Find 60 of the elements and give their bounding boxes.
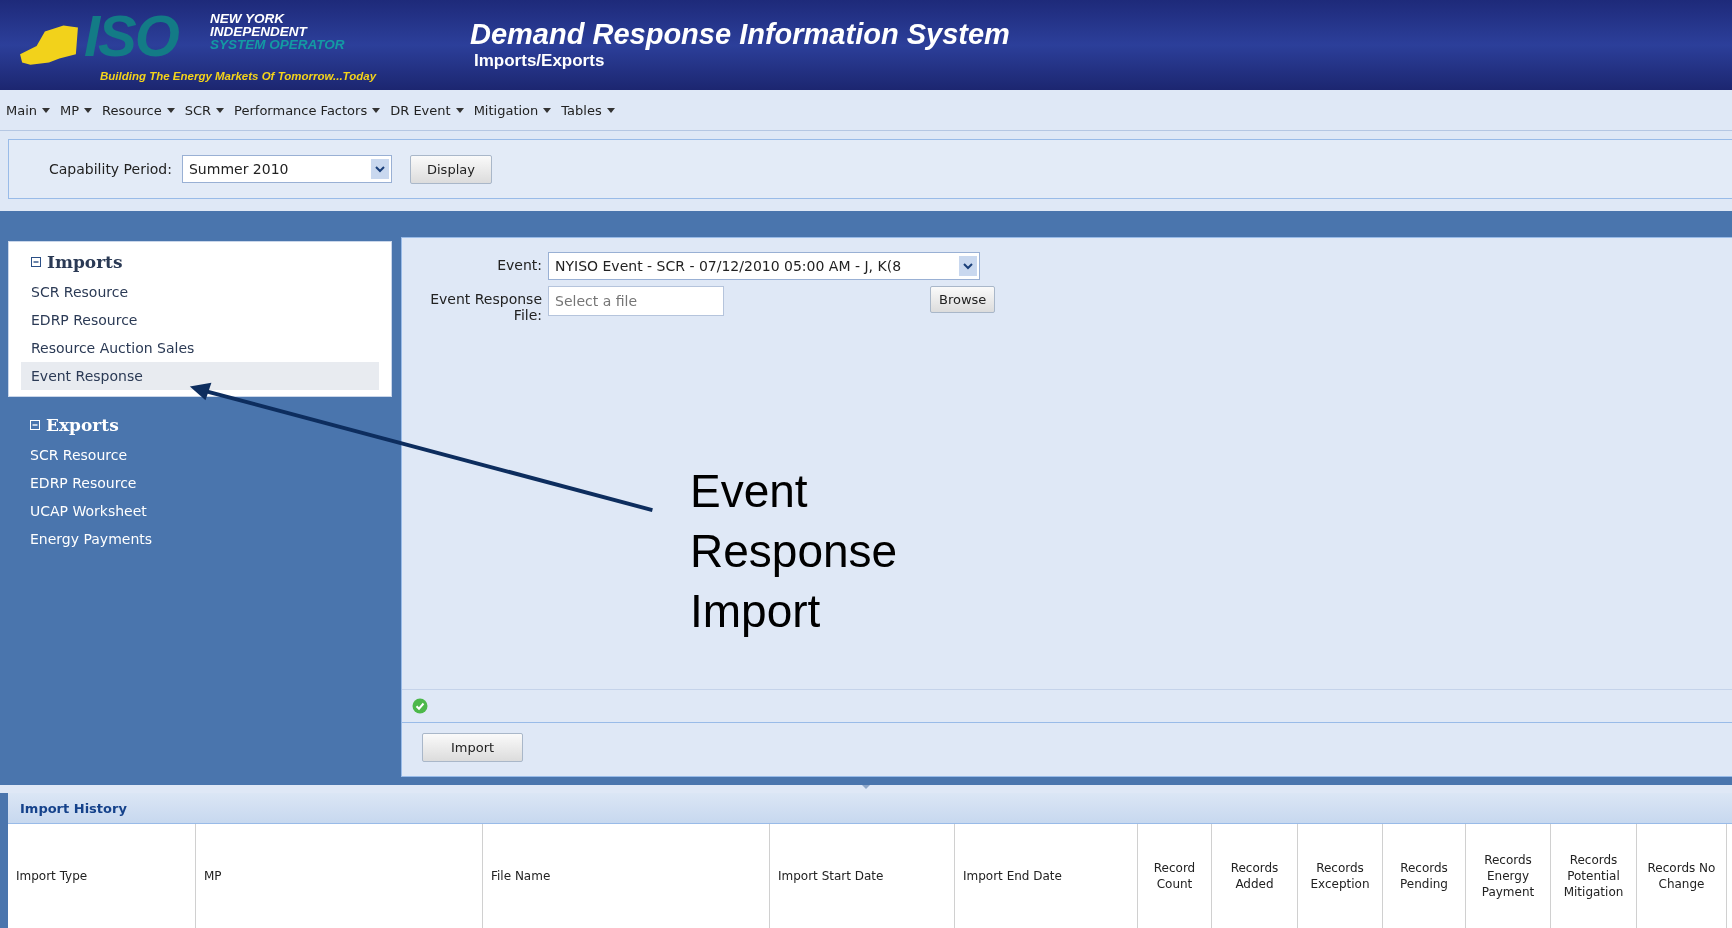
logo-text: NEW YORK — [210, 12, 286, 25]
browse-button[interactable]: Browse — [930, 286, 996, 313]
caret-icon — [543, 107, 552, 113]
column-header[interactable]: File Name — [483, 824, 770, 928]
sidebar-item[interactable]: Energy Payments — [20, 525, 384, 553]
column-header[interactable]: Import Type — [8, 824, 196, 928]
section-title: Imports — [47, 252, 123, 272]
column-header[interactable]: Records No Change — [1637, 824, 1727, 928]
menu-item[interactable]: Tables — [557, 100, 619, 120]
menu-item[interactable]: Resource — [98, 100, 179, 120]
column-header[interactable]: Records Exception — [1298, 824, 1383, 928]
column-header[interactable]: Import End Date — [955, 824, 1138, 928]
caret-icon — [84, 107, 93, 113]
column-header[interactable]: Record Count — [1138, 824, 1212, 928]
section-title: Exports — [46, 415, 119, 435]
annotation-text: Event Response Import — [690, 464, 899, 639]
menu-item[interactable]: MP — [56, 100, 97, 120]
logo-tagline: Building The Energy Markets Of Tomorrow...Today — [100, 70, 377, 82]
menu-item[interactable]: SCR — [180, 100, 229, 120]
column-header[interactable]: Import Start Date — [770, 824, 955, 928]
field-label: Event Response File: — [429, 290, 542, 323]
splitter-handle-icon[interactable] — [862, 785, 870, 789]
caret-icon — [606, 107, 615, 113]
collapse-toggle-icon[interactable] — [31, 257, 41, 267]
caret-icon — [372, 107, 381, 113]
sidebar-item[interactable]: EDRP Resource — [20, 469, 384, 497]
column-header[interactable]: Records Added — [1212, 824, 1298, 928]
sidebar-item[interactable]: SCR Resource — [20, 441, 384, 469]
logo-text: INDEPENDENT — [210, 25, 309, 38]
menu-item[interactable]: Main — [2, 100, 55, 120]
check-circle-icon — [412, 698, 428, 714]
field-label: Capability Period: — [49, 161, 172, 177]
menu-item[interactable]: Mitigation — [469, 100, 556, 120]
logo-letters: ISO — [84, 6, 178, 66]
display-button[interactable]: Display — [410, 154, 492, 184]
state-map-icon — [18, 22, 80, 66]
caret-icon — [166, 107, 175, 113]
caret-icon — [455, 107, 464, 113]
menu-item[interactable]: DR Event — [386, 100, 468, 120]
panel-title: Import History — [20, 800, 127, 816]
column-header[interactable]: MP — [196, 824, 483, 928]
event-dropdown[interactable]: NYISO Event - SCR - 07/12/2010 05:00 AM - J, K(8 — [548, 252, 980, 280]
import-button[interactable]: Import — [422, 733, 524, 762]
menu-item[interactable]: Performance Factors — [230, 100, 385, 120]
capability-period-dropdown[interactable]: Summer 2010 — [182, 155, 392, 183]
sidebar-item[interactable]: EDRP Resource — [21, 306, 379, 334]
file-input-field[interactable]: Select a file — [548, 286, 724, 316]
caret-icon — [42, 107, 51, 113]
sidebar-item[interactable]: UCAP Worksheet — [20, 497, 384, 525]
sidebar-item[interactable]: SCR Resource — [21, 278, 379, 306]
caret-icon — [216, 107, 225, 113]
logo-text: SYSTEM OPERATOR — [210, 38, 345, 51]
column-header[interactable]: Records Pending — [1383, 824, 1466, 928]
column-header[interactable]: Records Energy Payment — [1466, 824, 1551, 928]
sidebar-item[interactable]: Event Response — [21, 362, 379, 390]
field-label: Event: — [496, 256, 542, 273]
app-title: Demand Response Information System — [470, 18, 1010, 51]
page-subtitle: Imports/Exports — [473, 51, 606, 71]
column-header[interactable]: Records Potential Mitigation — [1551, 824, 1637, 928]
sidebar-item[interactable]: Resource Auction Sales — [21, 334, 379, 362]
